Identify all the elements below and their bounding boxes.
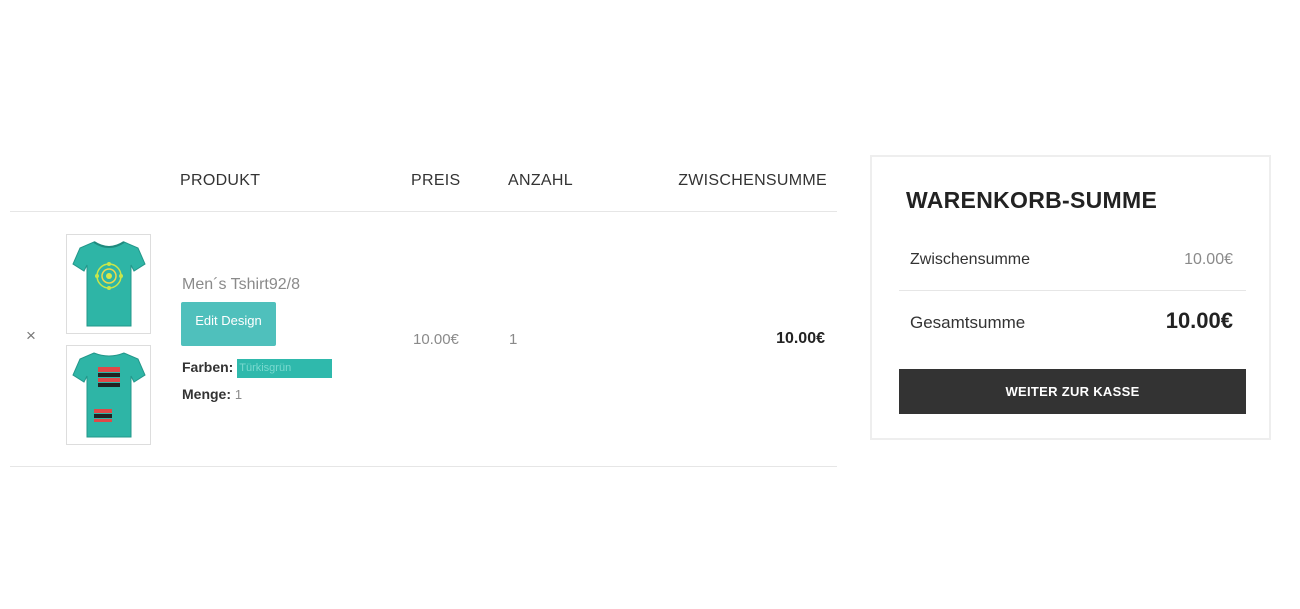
totals-subtotal-row: Zwischensumme 10.00€: [899, 229, 1246, 291]
item-price: 10.00€: [413, 331, 459, 348]
header-product: PRODUKT: [180, 172, 261, 189]
totals-total-row: Gesamtsumme 10.00€: [899, 291, 1246, 353]
checkout-button[interactable]: WEITER ZUR KASSE: [899, 369, 1246, 414]
item-subtotal: 10.00€: [776, 330, 825, 347]
quantity-label: Menge:: [182, 386, 231, 402]
edit-design-button[interactable]: Edit Design: [181, 302, 276, 346]
remove-item-icon[interactable]: ×: [26, 327, 36, 344]
totals-subtotal-label: Zwischensumme: [910, 251, 1031, 268]
header-price: PREIS: [411, 172, 461, 189]
product-name[interactable]: Men´s Tshirt92/8: [182, 276, 300, 294]
cart-totals-title: WARENKORB-SUMME: [906, 187, 1158, 213]
totals-total-label: Gesamtsumme: [910, 313, 1026, 332]
header-quantity: ANZAHL: [508, 172, 573, 189]
product-image-front[interactable]: [66, 234, 151, 334]
tshirt-front-icon: [71, 241, 146, 327]
cart-item-row: × Men´s Tshirt92/8 Edit Design Farben: T…: [10, 212, 837, 467]
colors-label: Farben:: [182, 359, 234, 376]
quantity-attr-value: 1: [234, 387, 243, 402]
cart-totals: WARENKORB-SUMME Zwischensumme 10.00€ Ges…: [870, 155, 1271, 440]
product-quantity-attr: Menge: 1: [182, 386, 242, 402]
item-quantity[interactable]: 1: [509, 331, 517, 348]
color-swatch: Türkisgrün: [237, 359, 333, 378]
totals-total-value: 10.00€: [1165, 308, 1233, 333]
totals-subtotal-value: 10.00€: [1184, 251, 1233, 268]
cart-table-header: PRODUKT PREIS ANZAHL ZWISCHENSUMME: [10, 160, 837, 212]
tshirt-back-icon: [71, 352, 146, 438]
header-subtotal: ZWISCHENSUMME: [678, 172, 827, 189]
cart-table: PRODUKT PREIS ANZAHL ZWISCHENSUMME × Men…: [10, 160, 837, 467]
product-image-back[interactable]: [66, 345, 151, 445]
product-colors: Farben: Türkisgrün: [182, 359, 333, 378]
